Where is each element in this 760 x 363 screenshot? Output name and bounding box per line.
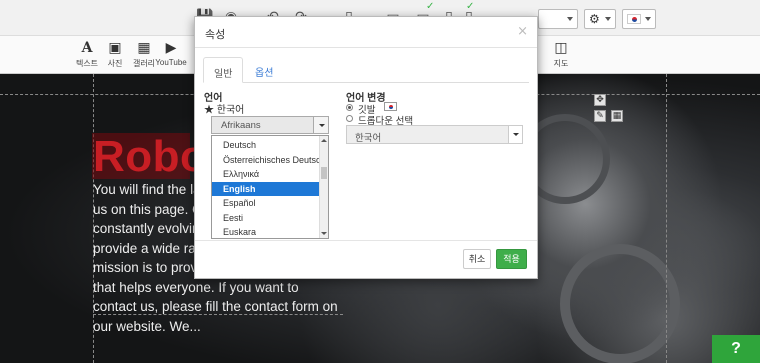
tool-map[interactable]: ◫ 지도 — [544, 40, 578, 69]
dropdown-option[interactable]: Español — [212, 196, 320, 210]
dropdown-option[interactable]: Eesti — [212, 211, 320, 225]
dropdown-option[interactable]: Euskara — [212, 225, 320, 238]
chevron-down-icon[interactable] — [313, 117, 328, 133]
cancel-button[interactable]: 취소 — [463, 249, 491, 269]
image-settings-icon[interactable]: ▦ — [611, 110, 623, 122]
section-guide — [666, 74, 667, 363]
dialog-title: 속성 — [205, 29, 226, 41]
radio-flag[interactable] — [346, 104, 353, 111]
edit-icon[interactable]: ✎ — [594, 110, 606, 122]
tool-label: YouTube — [155, 58, 187, 67]
tool-youtube[interactable]: ▶ YouTube — [154, 40, 188, 67]
move-icon[interactable]: ✥ — [594, 94, 606, 106]
properties-dialog: 속성 × 일반 옵션 언어 ★ 한국어 Afrikaans Deutsch Ös… — [194, 16, 538, 279]
dropdown-option-selected[interactable]: English — [212, 181, 320, 196]
gear-icon: ⚙ — [589, 12, 600, 26]
scroll-up-icon[interactable] — [321, 139, 327, 142]
help-button[interactable]: ? — [712, 335, 760, 363]
scroll-down-icon[interactable] — [321, 232, 327, 235]
language-select[interactable]: Afrikaans — [211, 116, 329, 134]
map-icon: ◫ — [554, 40, 568, 56]
chevron-down-icon[interactable] — [508, 126, 522, 143]
dropdown-option[interactable]: Deutsch — [212, 138, 320, 152]
radio-dropdown[interactable] — [346, 115, 353, 122]
dialog-footer: 취소 적용 — [195, 240, 537, 278]
language-select-value: Afrikaans — [221, 120, 261, 131]
tool-label: 지도 — [553, 59, 569, 68]
flag-kr-icon — [384, 102, 397, 111]
dropdown-option[interactable]: Ελληνικά — [212, 167, 320, 181]
settings-dropdown[interactable]: ⚙ — [584, 9, 616, 29]
tab-options[interactable]: 옵션 — [245, 57, 283, 83]
language-dropdown-list: Deutsch Österreichisches Deutsch Ελληνικ… — [211, 135, 329, 239]
language-flag-dropdown[interactable] — [622, 9, 656, 29]
dialog-tabs: 일반 옵션 — [203, 57, 529, 83]
apply-button[interactable]: 적용 — [496, 249, 527, 269]
robot-gear-image — [560, 244, 680, 363]
language-change-select[interactable]: 한국어 — [346, 125, 523, 144]
flag-kr-icon — [627, 14, 641, 24]
youtube-icon: ▶ — [165, 40, 177, 56]
toolbar-select[interactable] — [538, 9, 578, 29]
hero-title[interactable]: Robo — [93, 132, 207, 182]
close-icon[interactable]: × — [517, 24, 528, 39]
dropdown-scrollbar[interactable] — [319, 136, 328, 238]
scroll-thumb[interactable] — [321, 167, 327, 179]
tab-general[interactable]: 일반 — [203, 57, 244, 83]
dropdown-option[interactable]: Österreichisches Deutsch — [212, 153, 326, 167]
language-change-value: 한국어 — [355, 133, 382, 144]
dialog-header: 속성 × — [195, 17, 537, 48]
current-language: ★ 한국어 — [204, 105, 245, 116]
